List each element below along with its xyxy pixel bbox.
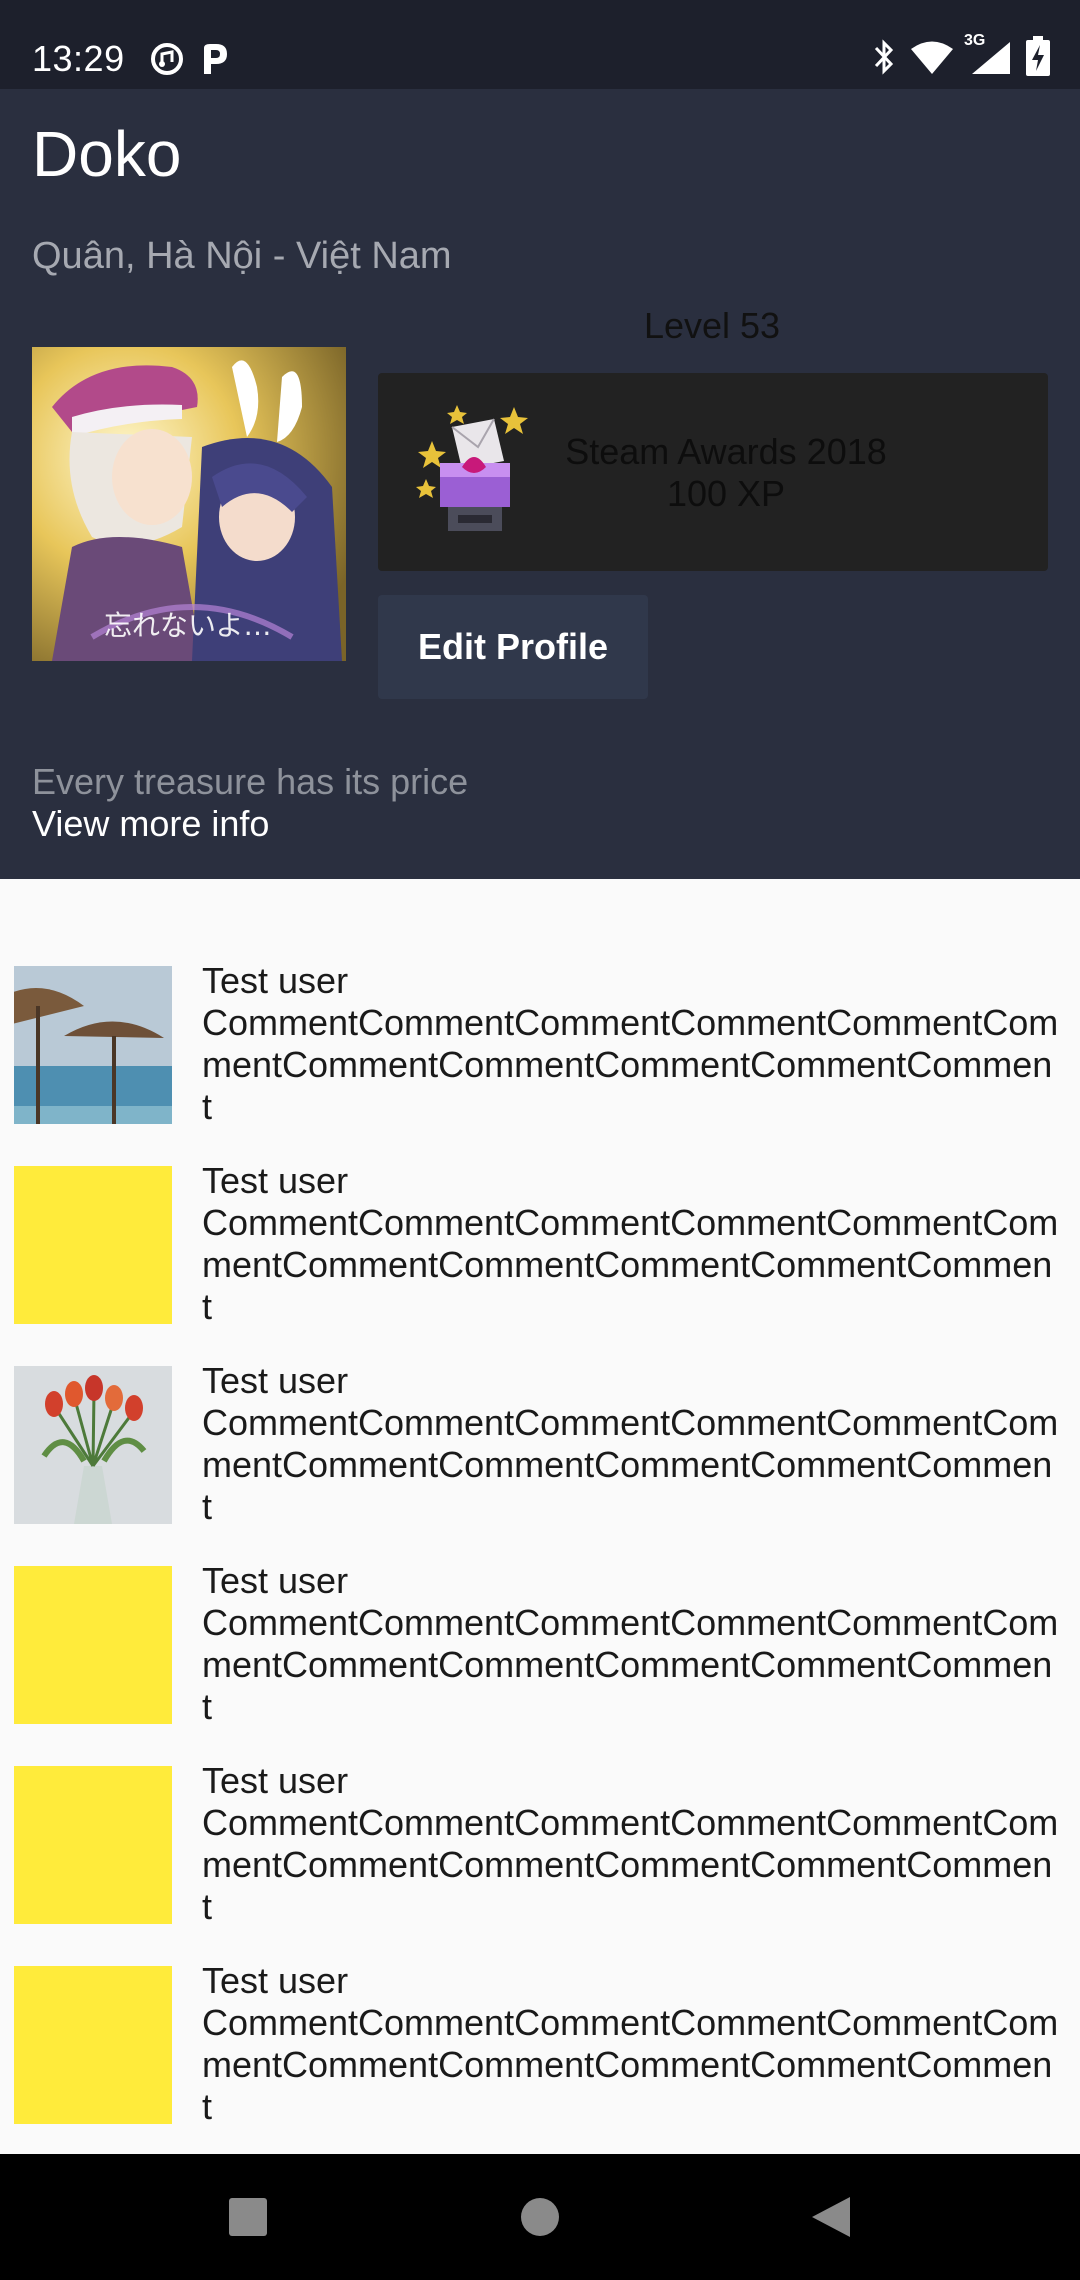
- comment-text: CommentCommentCommentCommentCommentComme…: [202, 1802, 1059, 1927]
- comment-body: Test user CommentCommentCommentCommentCo…: [202, 1960, 1062, 2128]
- profile-header: Doko Quân, Hà Nội - Việt Nam Level 53 忘れ…: [0, 89, 1080, 879]
- wifi-icon: [911, 41, 953, 74]
- back-button[interactable]: [760, 2154, 900, 2280]
- comment-text: CommentCommentCommentCommentCommentComme…: [202, 1202, 1059, 1327]
- status-bar: 13:29 3G: [0, 0, 1080, 89]
- cellular-signal: 3G: [964, 32, 1012, 76]
- comment-item[interactable]: Test user CommentCommentCommentCommentCo…: [0, 1360, 1080, 1566]
- comment-item[interactable]: Test user CommentCommentCommentCommentCo…: [0, 1160, 1080, 1366]
- p-app-icon: [204, 44, 227, 74]
- home-circle-icon: [521, 2198, 559, 2236]
- status-left-icons: [150, 42, 230, 76]
- bluetooth-icon: [874, 39, 894, 75]
- comment-author: Test user: [202, 1160, 349, 1201]
- music-app-icon: [151, 43, 183, 75]
- badge-xp: 100 XP: [666, 473, 786, 514]
- comment-text: CommentCommentCommentCommentCommentComme…: [202, 1002, 1059, 1127]
- comment-thumbnail-tulips[interactable]: [14, 1366, 172, 1524]
- comment-author: Test user: [202, 1360, 349, 1401]
- featured-badge-card[interactable]: Steam Awards 2018 100 XP: [378, 373, 1048, 571]
- badge-title: Steam Awards 2018: [565, 431, 887, 472]
- view-more-info-link[interactable]: View more info: [32, 803, 269, 845]
- profile-avatar[interactable]: 忘れないよ…: [32, 347, 346, 661]
- profile-level: Level 53: [643, 305, 781, 346]
- comment-author: Test user: [202, 960, 349, 1001]
- battery-charging-icon: [1026, 36, 1050, 76]
- comment-thumbnail-beach[interactable]: [14, 966, 172, 1124]
- comment-thumbnail-placeholder[interactable]: [14, 1166, 172, 1324]
- recents-square-icon: [229, 2198, 267, 2236]
- comment-item[interactable]: Test user CommentCommentCommentCommentCo…: [0, 960, 1080, 1166]
- steam-awards-badge-icon: [416, 405, 528, 531]
- comment-body: Test user CommentCommentCommentCommentCo…: [202, 1560, 1062, 1728]
- comment-body: Test user CommentCommentCommentCommentCo…: [202, 1160, 1062, 1328]
- avatar-illustration: 忘れないよ…: [32, 347, 346, 661]
- recents-button[interactable]: [178, 2154, 318, 2280]
- comment-body: Test user CommentCommentCommentCommentCo…: [202, 1760, 1062, 1928]
- comment-author: Test user: [202, 1560, 349, 1601]
- profile-summary: Every treasure has its price: [32, 761, 469, 802]
- comment-body: Test user CommentCommentCommentCommentCo…: [202, 960, 1062, 1128]
- comment-thumbnail-placeholder[interactable]: [14, 1566, 172, 1724]
- back-triangle-icon: [812, 2197, 850, 2237]
- profile-location: Quân, Hà Nội - Việt Nam: [32, 235, 452, 277]
- comment-text: CommentCommentCommentCommentCommentComme…: [202, 1602, 1059, 1727]
- avatar-caption: 忘れないよ…: [104, 609, 271, 642]
- comment-author: Test user: [202, 1960, 349, 2001]
- status-right-icons: 3G: [872, 32, 1050, 76]
- beach-umbrella-image: [14, 966, 172, 1124]
- comment-author: Test user: [202, 1760, 349, 1801]
- navigation-bar: [0, 2154, 1080, 2280]
- comment-thumbnail-placeholder[interactable]: [14, 1966, 172, 2124]
- comment-item[interactable]: Test user CommentCommentCommentCommentCo…: [0, 1960, 1080, 2166]
- profile-name: Doko: [32, 118, 182, 190]
- status-time: 13:29: [32, 38, 125, 79]
- comment-thumbnail-placeholder[interactable]: [14, 1766, 172, 1924]
- edit-profile-button[interactable]: Edit Profile: [378, 595, 648, 699]
- comment-item[interactable]: Test user CommentCommentCommentCommentCo…: [0, 1760, 1080, 1966]
- home-button[interactable]: [470, 2154, 610, 2280]
- comment-text: CommentCommentCommentCommentCommentComme…: [202, 2002, 1059, 2127]
- comment-body: Test user CommentCommentCommentCommentCo…: [202, 1360, 1062, 1528]
- comment-text: CommentCommentCommentCommentCommentComme…: [202, 1402, 1059, 1527]
- tulips-image: [14, 1366, 172, 1524]
- comment-item[interactable]: Test user CommentCommentCommentCommentCo…: [0, 1560, 1080, 1766]
- cellular-signal-icon: [972, 42, 1010, 74]
- comments-list: Test user CommentCommentCommentCommentCo…: [0, 960, 1080, 2166]
